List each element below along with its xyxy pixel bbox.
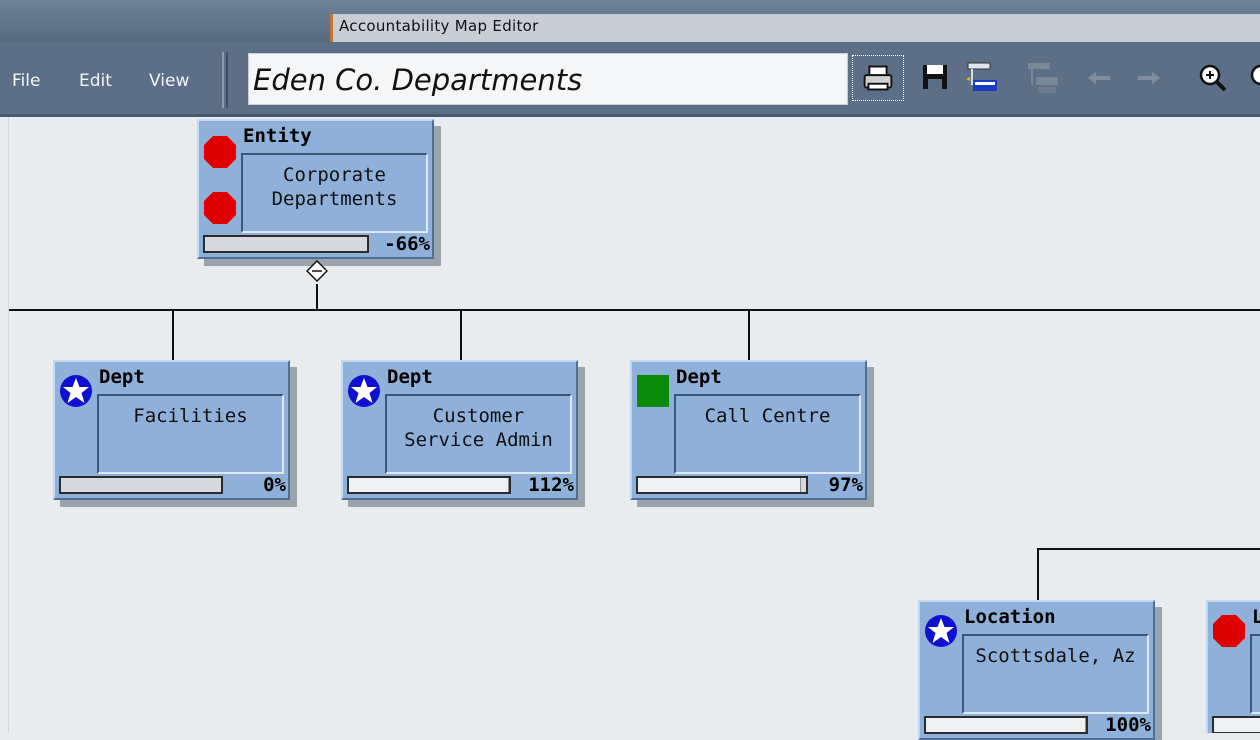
node-type-label: Entity xyxy=(243,125,312,147)
window-title: Accountability Map Editor xyxy=(330,14,1260,42)
node-partial-location[interactable]: L xyxy=(1206,600,1260,733)
connector-horizontal-lower xyxy=(1037,548,1260,550)
star-icon xyxy=(347,374,381,408)
add-child-icon xyxy=(966,62,997,91)
node-name xyxy=(1250,634,1260,714)
print-icon xyxy=(863,65,893,91)
node-type-label: Dept xyxy=(99,366,145,388)
document-title-field[interactable]: Eden Co. Departments xyxy=(248,53,848,105)
progress-bar xyxy=(203,235,369,253)
node-name-line: Corporate xyxy=(283,164,386,186)
print-button[interactable] xyxy=(852,55,904,101)
node-name: Corporate Departments xyxy=(241,153,428,233)
node-name: Call Centre xyxy=(674,394,861,474)
progress-bar xyxy=(924,716,1088,734)
canvas-left-edge xyxy=(8,117,9,733)
menu-file[interactable]: File xyxy=(12,71,40,91)
node-name: Customer Service Admin xyxy=(385,394,572,474)
progress-fill xyxy=(926,718,1086,732)
save-icon xyxy=(923,65,947,89)
node-entity[interactable]: Entity Corporate Departments -66% xyxy=(197,119,434,259)
red-stop-icon xyxy=(203,135,237,169)
progress-percent: 112% xyxy=(528,474,574,496)
forward-button[interactable] xyxy=(1128,55,1168,101)
save-button[interactable] xyxy=(915,55,955,101)
add-child-button[interactable] xyxy=(960,55,1000,101)
zoom-out-button[interactable] xyxy=(1244,55,1260,101)
progress-bar xyxy=(347,476,511,494)
connector-callcentre xyxy=(748,310,750,360)
progress-bar xyxy=(1212,716,1260,733)
node-name-line: Customer xyxy=(432,405,525,427)
collapse-diamond-icon xyxy=(305,259,329,283)
node-partial-clip: L xyxy=(1206,600,1260,733)
node-name: Facilities xyxy=(97,394,284,474)
collapse-toggle[interactable] xyxy=(305,259,329,283)
star-icon xyxy=(924,614,958,648)
connector-entity-down xyxy=(316,284,318,310)
node-type-label: Dept xyxy=(676,366,722,388)
back-button[interactable] xyxy=(1080,55,1120,101)
toolbar: File Edit View Eden Co. Departments xyxy=(0,42,1260,117)
connector-customer xyxy=(460,310,462,360)
connector-facilities xyxy=(172,310,174,360)
node-call-centre[interactable]: Dept Call Centre 97% xyxy=(630,360,867,500)
red-stop-icon xyxy=(203,191,237,225)
toolbar-separator xyxy=(222,52,228,108)
remove-child-button[interactable] xyxy=(1022,55,1062,101)
progress-fill xyxy=(638,478,801,492)
node-name-line: Departments xyxy=(271,188,398,210)
remove-child-icon xyxy=(1028,63,1058,93)
progress-percent: 0% xyxy=(263,474,286,496)
node-type-label: Location xyxy=(964,606,1056,628)
node-type-label: L xyxy=(1252,606,1260,628)
node-type-label: Dept xyxy=(387,366,433,388)
connector-scottsdale xyxy=(1037,549,1039,601)
node-customer-service-admin[interactable]: Dept Customer Service Admin 112% xyxy=(341,360,578,500)
connector-horizontal-top xyxy=(8,309,1260,311)
progress-bar xyxy=(59,476,223,494)
node-scottsdale[interactable]: Location Scottsdale, Az 100% xyxy=(918,600,1155,740)
progress-percent: 97% xyxy=(828,474,863,496)
menu-view[interactable]: View xyxy=(149,71,189,91)
zoom-out-icon xyxy=(1250,64,1260,86)
red-stop-icon xyxy=(1212,614,1246,648)
node-name-line: Service Admin xyxy=(404,429,553,451)
green-square-icon xyxy=(636,374,670,408)
zoom-in-button[interactable] xyxy=(1193,55,1233,101)
menu-edit[interactable]: Edit xyxy=(79,71,112,91)
progress-fill xyxy=(1214,718,1260,732)
arrow-left-icon xyxy=(1088,72,1110,84)
node-name: Scottsdale, Az xyxy=(962,634,1149,714)
title-bar: Accountability Map Editor xyxy=(0,0,1260,42)
node-facilities[interactable]: Dept Facilities 0% xyxy=(53,360,290,500)
star-icon xyxy=(59,374,93,408)
progress-bar xyxy=(636,476,808,494)
zoom-in-icon xyxy=(1199,64,1227,92)
progress-percent: -66% xyxy=(384,233,430,255)
arrow-right-icon xyxy=(1138,72,1160,84)
progress-fill xyxy=(349,478,509,492)
